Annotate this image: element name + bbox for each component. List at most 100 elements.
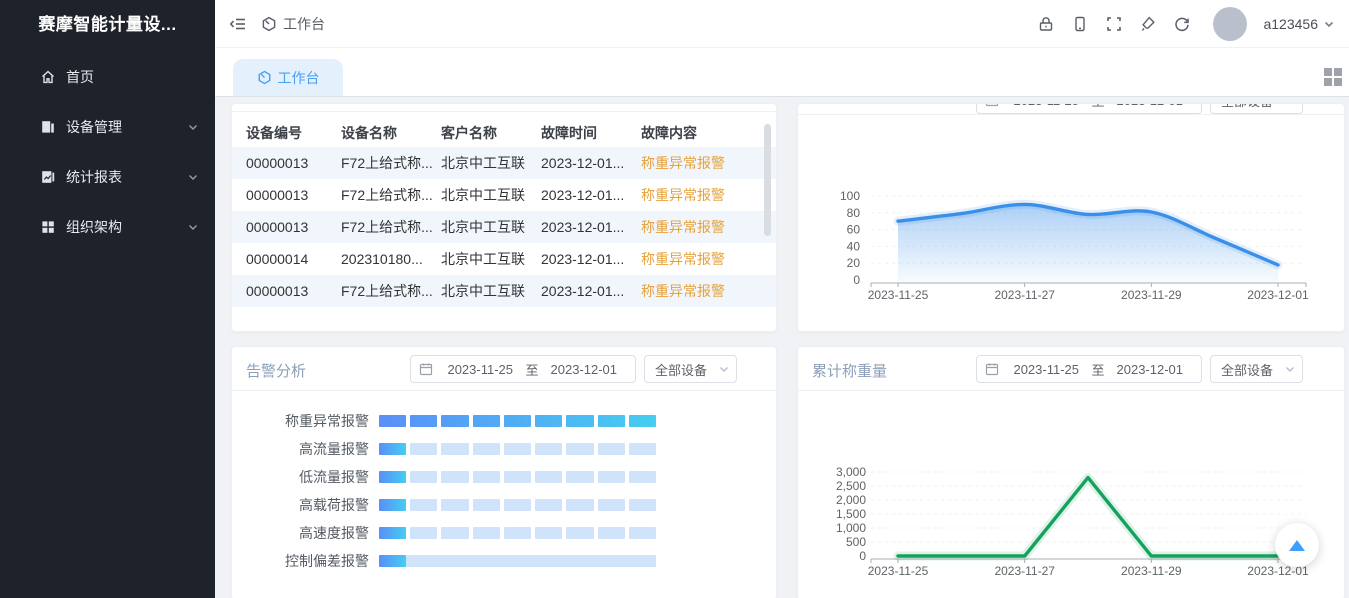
alarm-bar xyxy=(379,555,656,567)
fullscreen-icon[interactable] xyxy=(1105,15,1123,33)
column-header: 故障时间 xyxy=(541,123,641,143)
sidebar-item-0[interactable]: 首页 xyxy=(0,52,215,102)
chevron-down-icon xyxy=(1323,18,1335,30)
svg-text:1,500: 1,500 xyxy=(836,507,866,521)
breadcrumb[interactable]: 工作台 xyxy=(261,14,325,34)
chevron-down-icon xyxy=(187,171,199,183)
top-navbar: 工作台 a123456 xyxy=(215,0,1349,48)
navbar-actions: a123456 xyxy=(1037,7,1349,41)
column-header: 设备名称 xyxy=(341,123,441,143)
alarm-bar-row: 高速度报警 xyxy=(232,519,776,547)
table-cell: 00000013 xyxy=(246,187,341,203)
table-cell: 00000014 xyxy=(246,251,341,267)
alarm-bar-row: 高流量报警 xyxy=(232,435,776,463)
column-header: 设备编号 xyxy=(246,123,341,143)
tab-bar: 工作台 xyxy=(215,48,1349,97)
table-cell: 北京中工互联 xyxy=(441,281,541,301)
alarm-bar-chart: 称重异常报警高流量报警低流量报警高载荷报警高速度报警控制偏差报警 xyxy=(232,407,776,575)
org-icon xyxy=(40,219,56,235)
svg-text:500: 500 xyxy=(846,535,866,549)
svg-text:1,000: 1,000 xyxy=(836,521,866,535)
tab-manager-grid-icon[interactable] xyxy=(1324,68,1342,86)
user-avatar[interactable] xyxy=(1213,7,1247,41)
column-header: 客户名称 xyxy=(441,123,541,143)
table-cell: F72上给式称... xyxy=(341,153,441,173)
table-cell: 202310180... xyxy=(341,251,441,267)
table-cell: 北京中工互联 xyxy=(441,249,541,269)
chevron-down-icon xyxy=(187,221,199,233)
table-cell: 北京中工互联 xyxy=(441,153,541,173)
svg-text:2,500: 2,500 xyxy=(836,479,866,493)
lock-icon[interactable] xyxy=(1037,15,1055,33)
svg-text:2023-11-27: 2023-11-27 xyxy=(994,288,1055,302)
device-trend-card: 2023-11-25 至 2023-12-01 全部设备 02040608010… xyxy=(797,103,1345,332)
date-end: 2023-12-01 xyxy=(541,362,628,377)
svg-text:40: 40 xyxy=(847,239,861,253)
svg-text:80: 80 xyxy=(847,206,861,220)
alarm-bar-row: 称重异常报警 xyxy=(232,407,776,435)
table-cell: 00000013 xyxy=(246,283,341,299)
home-icon xyxy=(40,69,56,85)
mobile-icon[interactable] xyxy=(1071,15,1089,33)
sidebar-item-label: 设备管理 xyxy=(66,117,187,137)
table-cell: 00000013 xyxy=(246,155,341,171)
total-weight-card: 累计称重量 2023-11-25 至 2023-12-01 全部设备 05001… xyxy=(797,346,1345,598)
svg-text:2023-12-01: 2023-12-01 xyxy=(1247,288,1309,302)
theme-icon[interactable] xyxy=(1139,15,1157,33)
alarm-bar xyxy=(379,415,656,427)
table-cell: 2023-12-01... xyxy=(541,219,641,235)
device-trend-chart: 0204060801002023-11-252023-11-272023-11-… xyxy=(798,104,1345,332)
svg-text:0: 0 xyxy=(853,273,860,287)
fault-content-cell: 称重异常报警 xyxy=(641,281,761,301)
total-weight-chart: 05001,0001,5002,0002,5003,0002023-11-252… xyxy=(798,347,1345,598)
sidebar-item-label: 首页 xyxy=(66,67,199,87)
user-menu[interactable]: a123456 xyxy=(1263,16,1335,32)
table-cell: 2023-12-01... xyxy=(541,251,641,267)
device-icon xyxy=(40,119,56,135)
table-row[interactable]: 00000013F72上给式称...北京中工互联2023-12-01...称重异… xyxy=(232,147,776,179)
svg-text:60: 60 xyxy=(847,223,861,237)
app-logo-title: 赛摩智能计量设... xyxy=(0,0,215,50)
card-header-divider xyxy=(232,111,776,112)
svg-text:2023-11-29: 2023-11-29 xyxy=(1121,288,1182,302)
sidebar-item-1[interactable]: 设备管理 xyxy=(0,102,215,152)
alarm-bar xyxy=(379,527,656,539)
back-to-top-button[interactable] xyxy=(1275,523,1319,567)
chevron-down-icon xyxy=(187,121,199,133)
alarm-bar xyxy=(379,471,656,483)
alarm-date-range-picker[interactable]: 2023-11-25 至 2023-12-01 xyxy=(410,355,636,383)
alarm-bar xyxy=(379,443,656,455)
svg-text:2023-11-25: 2023-11-25 xyxy=(868,564,929,578)
alarm-device-select[interactable]: 全部设备 xyxy=(644,355,737,383)
panel-title: 告警分析 xyxy=(246,360,306,381)
table-row[interactable]: 00000013F72上给式称...北京中工互联2023-12-01...称重异… xyxy=(232,211,776,243)
svg-text:0: 0 xyxy=(859,549,866,563)
refresh-icon[interactable] xyxy=(1173,15,1191,33)
app-root: 赛摩智能计量设... 首页设备管理统计报表组织架构 工作台 xyxy=(0,0,1349,598)
report-icon xyxy=(40,169,56,185)
sidebar-item-2[interactable]: 统计报表 xyxy=(0,152,215,202)
alarm-bar-row: 控制偏差报警 xyxy=(232,547,776,575)
table-row[interactable]: 00000013F72上给式称...北京中工互联2023-12-01...称重异… xyxy=(232,179,776,211)
alarm-card-header: 告警分析 2023-11-25 至 2023-12-01 全部设备 xyxy=(232,347,776,391)
sidebar-fold-icon[interactable] xyxy=(229,15,247,33)
fault-table: 设备编号设备名称客户名称故障时间故障内容00000013F72上给式称...北京… xyxy=(232,119,776,307)
table-cell: F72上给式称... xyxy=(341,281,441,301)
tab-workbench[interactable]: 工作台 xyxy=(233,59,343,96)
arrow-up-icon xyxy=(1289,540,1305,551)
sidebar-item-label: 统计报表 xyxy=(66,167,187,187)
alarm-analysis-card: 告警分析 2023-11-25 至 2023-12-01 全部设备 称重异常报警… xyxy=(231,346,777,598)
alarm-bar xyxy=(379,499,656,511)
table-scrollbar-thumb[interactable] xyxy=(764,124,771,236)
svg-text:2023-11-27: 2023-11-27 xyxy=(994,564,1055,578)
table-cell: 北京中工互联 xyxy=(441,217,541,237)
alarm-bar-row: 低流量报警 xyxy=(232,463,776,491)
table-cell: 北京中工互联 xyxy=(441,185,541,205)
table-cell: F72上给式称... xyxy=(341,185,441,205)
sidebar-item-3[interactable]: 组织架构 xyxy=(0,202,215,252)
table-row[interactable]: 00000013F72上给式称...北京中工互联2023-12-01...称重异… xyxy=(232,275,776,307)
svg-text:100: 100 xyxy=(840,189,860,203)
table-row[interactable]: 00000014202310180...北京中工互联2023-12-01...称… xyxy=(232,243,776,275)
fault-content-cell: 称重异常报警 xyxy=(641,185,761,205)
tab-label: 工作台 xyxy=(278,68,320,88)
